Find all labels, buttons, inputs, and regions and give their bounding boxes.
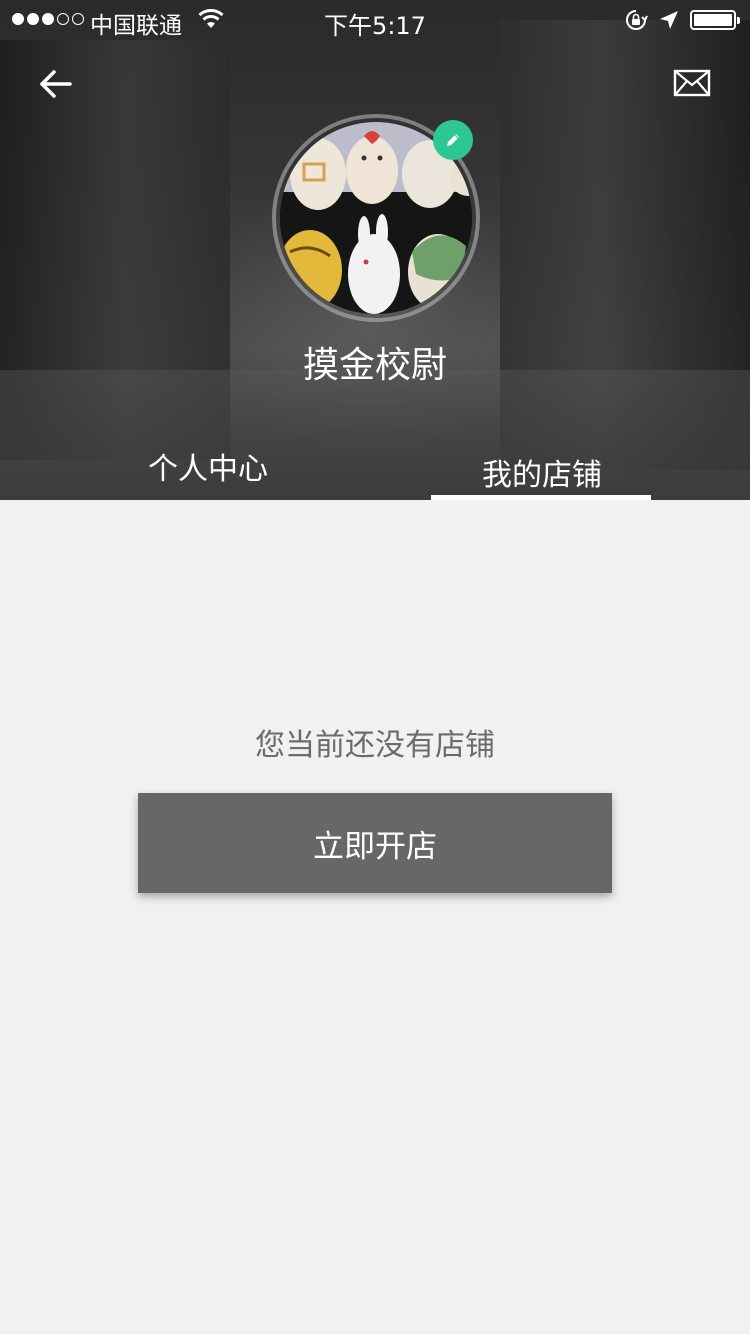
envelope-icon (673, 69, 711, 97)
status-bar: 中国联通 下午5:17 (0, 0, 750, 40)
empty-shop-message: 您当前还没有店铺 (255, 728, 495, 763)
back-button[interactable] (34, 64, 78, 104)
backdrop-ground (0, 370, 750, 500)
edit-avatar-button[interactable] (433, 120, 473, 160)
orientation-lock-icon (626, 10, 648, 30)
battery-icon (690, 10, 740, 30)
pencil-icon (447, 134, 459, 146)
tab-my-shop[interactable]: 我的店铺 (482, 450, 602, 494)
arrow-left-icon (40, 70, 72, 98)
active-tab-indicator (431, 495, 651, 500)
username: 摸金校尉 (302, 345, 447, 386)
location-arrow-icon (660, 11, 678, 29)
messages-button[interactable] (672, 66, 712, 100)
open-shop-button[interactable]: 立即开店 (138, 793, 612, 893)
tab-personal-center[interactable]: 个人中心 (148, 444, 268, 488)
